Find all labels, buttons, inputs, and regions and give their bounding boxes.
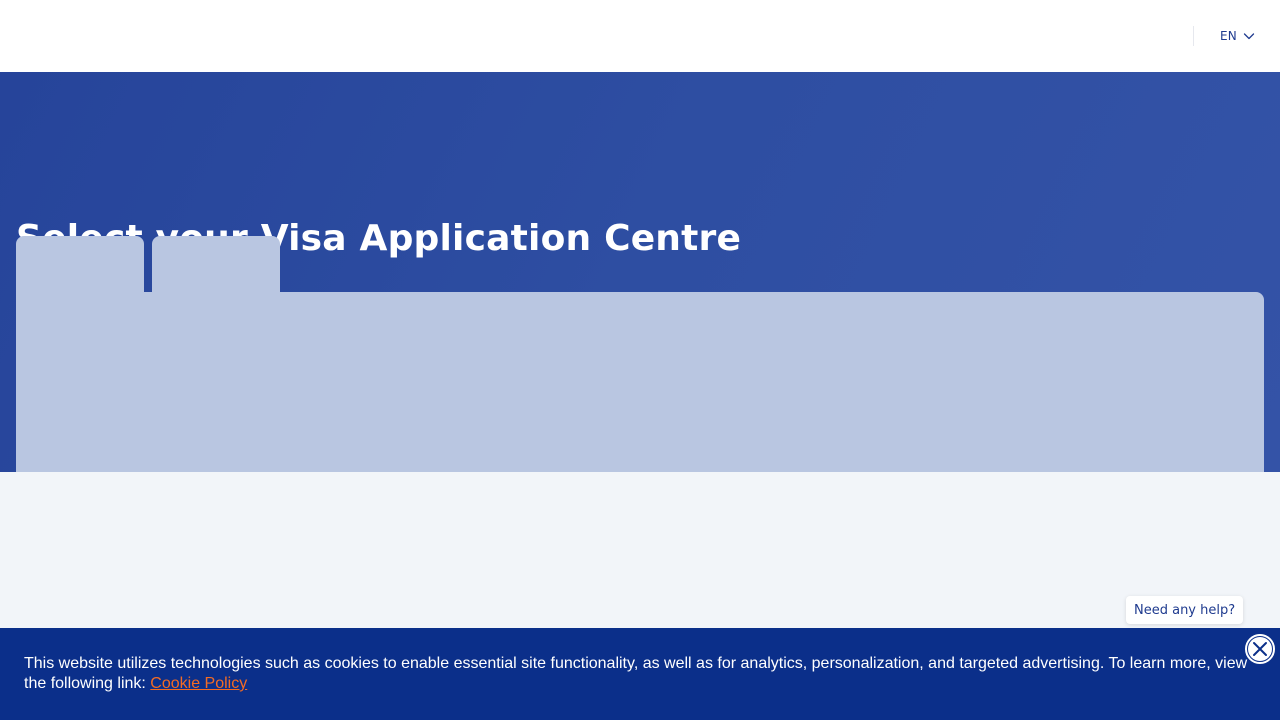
close-icon — [1253, 642, 1267, 656]
cookie-banner: This website utilizes technologies such … — [0, 628, 1280, 720]
help-chat-button[interactable]: Need any help? — [1126, 596, 1244, 624]
cookie-policy-link[interactable]: Cookie Policy — [150, 675, 247, 692]
cookie-message: This website utilizes technologies such … — [24, 654, 1254, 694]
site-header: EN — [0, 0, 1280, 72]
language-code: EN — [1220, 29, 1237, 43]
tab-placeholder-2[interactable] — [152, 236, 280, 296]
header-divider — [1193, 26, 1194, 46]
help-label: Need any help? — [1134, 602, 1236, 618]
chevron-down-icon — [1243, 33, 1255, 40]
tab-placeholder-1[interactable] — [16, 236, 144, 296]
language-selector[interactable]: EN — [1208, 22, 1267, 50]
close-icon-wrapper — [1248, 637, 1272, 661]
centre-selection-panel — [16, 292, 1264, 472]
cookie-close-button[interactable] — [1245, 634, 1275, 664]
